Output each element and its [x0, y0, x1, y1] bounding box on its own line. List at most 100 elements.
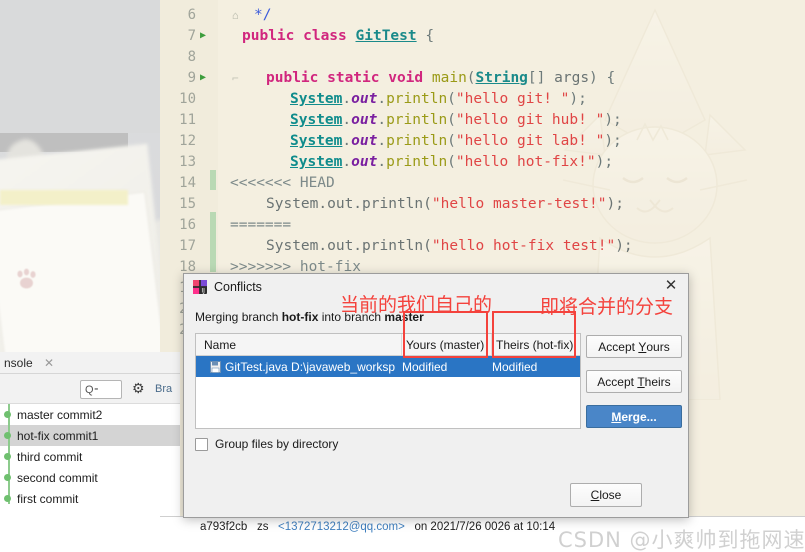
accept-yours-button[interactable]: Accept Yours — [586, 335, 682, 358]
code-token: ( — [466, 70, 476, 86]
commit-email[interactable]: <1372713212@qq.com> — [278, 521, 405, 533]
commit-hash: a793f2cb — [200, 521, 248, 533]
subtitle-pre: Merging branch — [195, 310, 282, 324]
code-line[interactable]: public static void main(String[] args) { — [266, 70, 615, 86]
line-number: 12 — [179, 133, 196, 149]
code-line[interactable]: System.out.println("hello hot-fix test!"… — [266, 238, 633, 254]
close-mnemonic: C — [590, 488, 600, 502]
merge-button[interactable]: Merge... — [586, 405, 682, 428]
close-button[interactable]: Close — [570, 483, 642, 507]
search-icon: Q⁃ — [85, 384, 100, 396]
list-item[interactable]: second commit — [0, 467, 180, 488]
accept-theirs-button[interactable]: Accept Theirs — [586, 370, 682, 393]
code-line[interactable]: System.out.println("hello git! "); — [290, 91, 587, 107]
code-token: ); — [615, 238, 633, 254]
code-token: . — [342, 133, 352, 149]
close-icon[interactable]: ✕ — [44, 356, 54, 370]
commit-message: second commit — [17, 470, 98, 485]
list-item[interactable]: first commit — [0, 488, 180, 509]
code-token: System — [290, 91, 343, 107]
code-token: ( — [447, 133, 456, 149]
code-line[interactable]: System.out.println("hello git lab! "); — [290, 133, 622, 149]
cell-file-name: GitTest.java D:\javaweb_worksp — [196, 360, 402, 374]
code-token: */ — [254, 7, 272, 23]
code-token: ( — [447, 91, 456, 107]
code-token: println — [386, 91, 448, 107]
code-token: args — [554, 70, 590, 86]
line-number: 7 — [187, 28, 196, 44]
code-token: println — [386, 112, 448, 128]
code-token: ); — [606, 196, 624, 212]
code-token: . — [377, 133, 387, 149]
list-item[interactable]: third commit — [0, 446, 180, 467]
code-token: . — [377, 112, 387, 128]
column-header-name[interactable]: Name — [196, 334, 402, 355]
branch-filter-label[interactable]: Bra — [155, 383, 180, 395]
svg-text:IJ: IJ — [201, 288, 205, 294]
table-row[interactable]: GitTest.java D:\javaweb_worksp Modified … — [196, 356, 580, 377]
code-line[interactable]: public class GitTest { — [242, 28, 434, 44]
run-gutter-icon[interactable]: ▶ — [200, 72, 212, 83]
bg-band-upper — [0, 0, 160, 133]
code-token: System — [290, 133, 343, 149]
commit-message: first commit — [17, 491, 79, 506]
code-token: ); — [595, 154, 614, 170]
code-token: . — [377, 154, 387, 170]
cell-yours-status: Modified — [402, 359, 448, 374]
code-token: [] — [527, 70, 555, 86]
code-token: ); — [569, 91, 587, 107]
code-fold-icon[interactable]: ⌂ — [232, 9, 239, 22]
code-line[interactable]: System.out.println("hello hot-fix!"); — [290, 154, 613, 170]
code-token: "hello hot-fix test!" — [431, 238, 616, 254]
code-token: out — [351, 91, 378, 107]
file-path-text: D:\javaweb_worksp — [291, 359, 396, 374]
code-line[interactable]: */ — [254, 7, 271, 23]
code-token: GitTest — [355, 28, 417, 44]
code-fold-icon[interactable]: ⌐ — [232, 72, 239, 85]
commit-dot-icon — [4, 495, 11, 502]
line-number: 17 — [179, 238, 196, 254]
bg-highlight-band — [0, 190, 128, 205]
code-token: main — [431, 70, 467, 86]
line-number: 8 — [187, 49, 196, 65]
code-token: out — [351, 133, 378, 149]
watermark-text: CSDN @小爽帅到拖网速 — [558, 528, 805, 552]
line-number: 14 — [179, 175, 196, 191]
commit-author: zs — [256, 521, 269, 533]
code-line[interactable]: ======= — [230, 217, 291, 233]
code-line[interactable]: System.out.println("hello master-test!")… — [266, 196, 624, 212]
commit-dot-icon — [4, 453, 11, 460]
run-gutter-icon[interactable]: ▶ — [200, 30, 212, 41]
group-files-checkbox-row[interactable]: Group files by directory — [195, 437, 338, 451]
code-token: . — [342, 91, 352, 107]
code-token: <<<<<<< HEAD — [230, 175, 335, 191]
code-token: . — [342, 154, 352, 170]
code-token: "hello git lab! " — [455, 133, 605, 149]
line-number: 10 — [179, 91, 196, 107]
code-token: "hello master-test!" — [431, 196, 607, 212]
gear-icon[interactable]: ⚙ — [132, 380, 145, 397]
code-token: "hello hot-fix!" — [455, 154, 596, 170]
code-token: System.out.println( — [266, 196, 432, 212]
code-token: ======= — [230, 217, 292, 233]
line-number: 9 — [187, 70, 196, 86]
commit-details-text: a793f2cb zs <1372713212@qq.com> on 2021/… — [200, 521, 555, 533]
line-number: 16 — [179, 217, 196, 233]
code-line[interactable]: <<<<<<< HEAD — [230, 175, 335, 191]
code-token: System — [290, 154, 343, 170]
highlight-box-yours — [403, 311, 488, 358]
code-token: { — [416, 28, 435, 44]
code-line[interactable]: System.out.println("hello git hub! "); — [290, 112, 622, 128]
group-files-checkbox[interactable] — [195, 437, 208, 451]
tab-console[interactable]: nsole — [4, 356, 33, 370]
intellij-idea-icon: IJ — [193, 280, 207, 294]
search-input[interactable]: Q⁃ — [80, 380, 122, 399]
code-token: System.out.println( — [266, 238, 432, 254]
line-number: 15 — [179, 196, 196, 212]
merge-mnemonic: M — [611, 409, 622, 424]
commit-list[interactable]: master commit2 hot-fix commit1 third commi… — [0, 404, 180, 524]
code-token: ( — [447, 112, 456, 128]
list-item[interactable]: hot-fix commit1 — [0, 425, 180, 446]
commit-dot-icon — [4, 411, 11, 418]
list-item[interactable]: master commit2 — [0, 404, 180, 425]
